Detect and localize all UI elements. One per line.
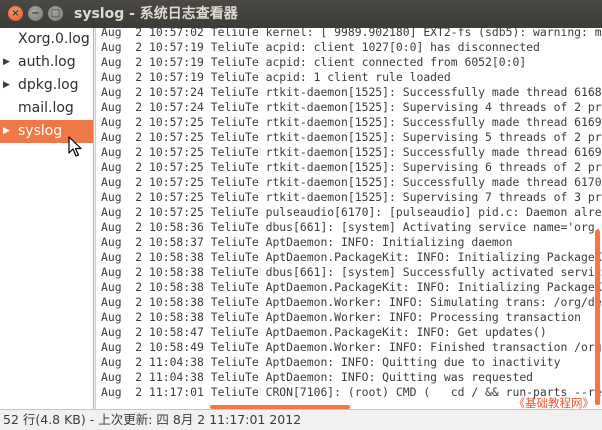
log-line: Aug 2 10:57:25 TeliuTe rtkit-daemon[1525… — [101, 190, 602, 204]
log-line: Aug 2 10:57:02 TeliuTe kernel: [ 9989.90… — [101, 28, 602, 39]
log-item-dpkg[interactable]: ▶ dpkg.log — [0, 74, 93, 97]
log-item-auth[interactable]: ▶ auth.log — [0, 51, 93, 74]
watermark-text: 《基础教程网》 — [513, 396, 595, 410]
minimize-button[interactable]: − — [28, 6, 43, 21]
log-line: Aug 2 10:58:49 TeliuTe AptDaemon.Worker:… — [101, 340, 602, 354]
log-line: Aug 2 10:58:38 TeliuTe AptDaemon.Package… — [101, 250, 602, 264]
log-item-mail[interactable]: mail.log — [0, 97, 93, 120]
expander-arrow-icon[interactable]: ▶ — [3, 120, 13, 143]
title-bar[interactable]: × − □ syslog - 系统日志查看器 — [0, 0, 602, 28]
log-item-xorg[interactable]: Xorg.0.log — [0, 28, 93, 51]
log-line: Aug 2 10:58:38 TeliuTe dbus[661]: [syste… — [101, 265, 602, 279]
log-line: Aug 2 10:57:19 TeliuTe acpid: 1 client r… — [101, 70, 451, 84]
log-line: Aug 2 10:57:25 TeliuTe rtkit-daemon[1525… — [101, 145, 602, 159]
log-line: Aug 2 10:57:19 TeliuTe acpid: client 102… — [101, 40, 540, 54]
expander-arrow-icon[interactable]: ▶ — [3, 74, 13, 97]
status-bar: 52 行(4.8 KB) - 上次更新: 四 8月 2 11:17:01 201… — [0, 409, 602, 430]
log-item-label: Xorg.0.log — [18, 31, 90, 47]
log-line: Aug 2 10:57:24 TeliuTe rtkit-daemon[1525… — [101, 100, 602, 114]
log-item-label: dpkg.log — [18, 77, 79, 93]
log-item-label: mail.log — [18, 100, 74, 116]
log-line: Aug 2 10:57:25 TeliuTe rtkit-daemon[1525… — [101, 115, 602, 129]
log-item-label: syslog — [18, 123, 63, 139]
status-text: 52 行(4.8 KB) - 上次更新: 四 8月 2 11:17:01 201… — [3, 412, 302, 427]
log-line: Aug 2 10:57:19 TeliuTe acpid: client con… — [101, 55, 527, 69]
log-line: Aug 2 10:58:38 TeliuTe AptDaemon.Package… — [101, 280, 602, 294]
log-line: Aug 2 10:57:24 TeliuTe rtkit-daemon[1525… — [101, 85, 602, 99]
log-line: Aug 2 10:57:25 TeliuTe pulseaudio[6170]:… — [101, 205, 602, 219]
log-item-label: auth.log — [18, 54, 76, 70]
log-viewer[interactable]: Aug 2 10:57:02 TeliuTe kernel: [ 9989.90… — [95, 28, 602, 409]
close-button[interactable]: × — [8, 6, 23, 21]
log-line: Aug 2 11:04:38 TeliuTe AptDaemon: INFO: … — [101, 370, 534, 384]
window-title: syslog - 系统日志查看器 — [74, 6, 238, 22]
log-line: Aug 2 10:58:38 TeliuTe AptDaemon.Worker:… — [101, 295, 602, 309]
log-line: Aug 2 11:04:38 TeliuTe AptDaemon: INFO: … — [101, 355, 561, 369]
log-line: Aug 2 10:57:25 TeliuTe rtkit-daemon[1525… — [101, 130, 602, 144]
log-line: Aug 2 10:57:25 TeliuTe rtkit-daemon[1525… — [101, 160, 602, 174]
log-file-list[interactable]: Xorg.0.log ▶ auth.log ▶ dpkg.log mail.lo… — [0, 28, 94, 409]
expander-arrow-icon[interactable]: ▶ — [3, 51, 13, 74]
log-line: Aug 2 10:58:36 TeliuTe dbus[661]: [syste… — [101, 220, 602, 234]
vertical-scrollbar[interactable] — [595, 230, 600, 405]
log-line: Aug 2 10:58:38 TeliuTe AptDaemon.Worker:… — [101, 310, 582, 324]
mouse-cursor-icon — [68, 136, 82, 157]
maximize-button[interactable]: □ — [48, 6, 63, 21]
log-line: Aug 2 10:58:37 TeliuTe AptDaemon: INFO: … — [101, 235, 513, 249]
log-lines: Aug 2 10:57:02 TeliuTe kernel: [ 9989.90… — [101, 28, 602, 400]
log-line: Aug 2 10:58:47 TeliuTe AptDaemon.Package… — [101, 325, 547, 339]
log-line: Aug 2 10:57:25 TeliuTe rtkit-daemon[1525… — [101, 175, 602, 189]
